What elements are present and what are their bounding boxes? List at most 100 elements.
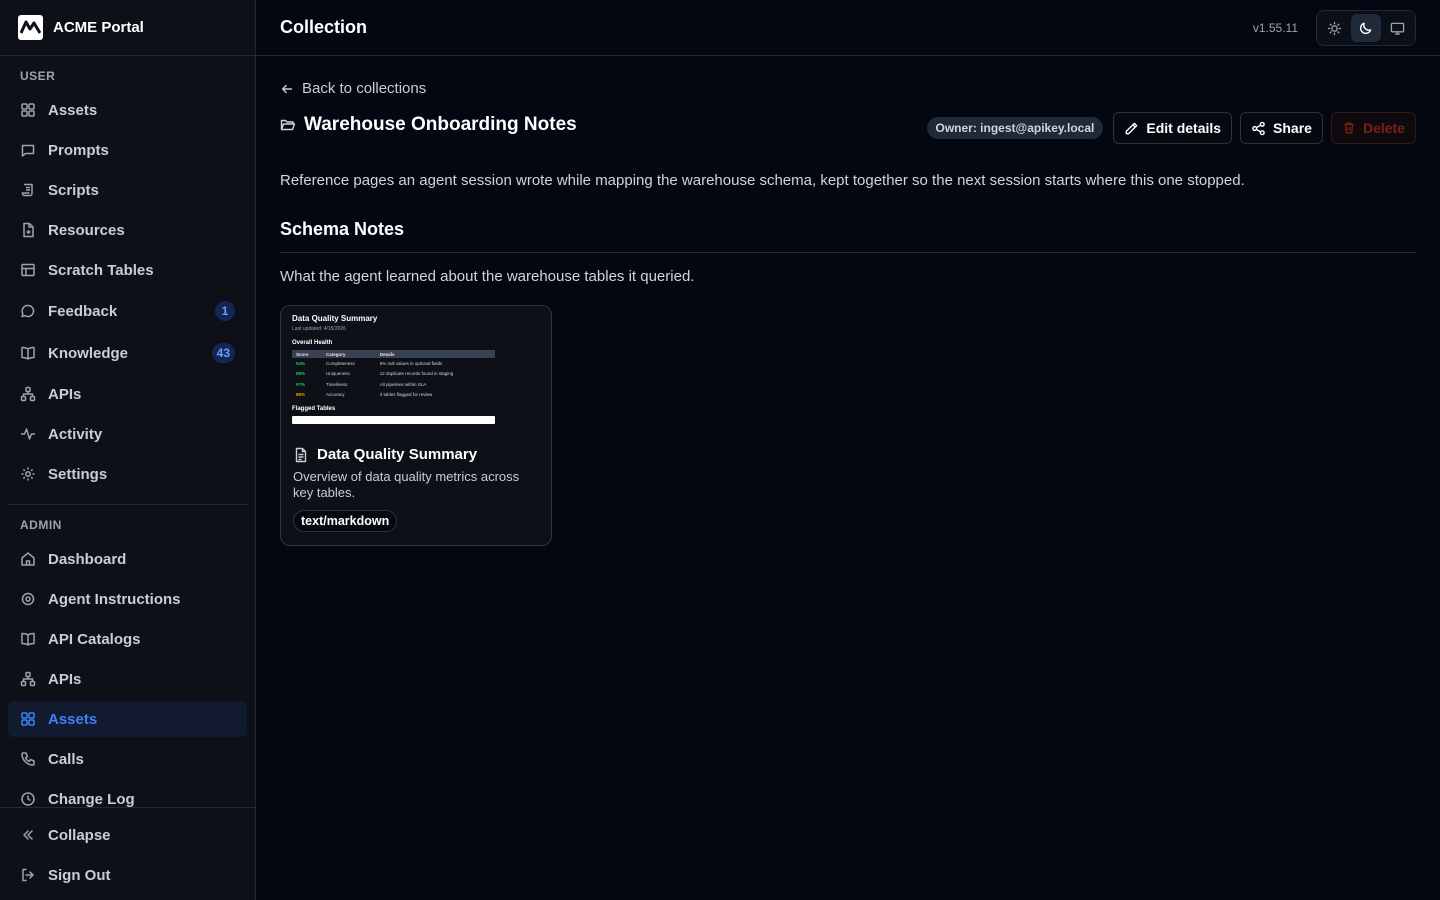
preview-row: 88% Accuracy 3 tables flagged for review <box>292 390 495 401</box>
sign-out-button[interactable]: Sign Out <box>8 857 247 893</box>
section-divider <box>280 252 1416 253</box>
brand-name: ACME Portal <box>53 19 144 36</box>
brand[interactable]: ACME Portal <box>0 0 255 56</box>
sidebar-item-label: Activity <box>48 425 103 443</box>
document-icon <box>295 447 307 462</box>
sidebar-nav[interactable]: USER Assets Prompts Scripts Resources Sc… <box>0 56 255 807</box>
dark-theme-button[interactable] <box>1351 14 1381 42</box>
back-to-collections-link[interactable]: Back to collections <box>280 80 426 97</box>
sidebar-item-dashboard[interactable]: Dashboard <box>8 541 247 577</box>
sidebar-item-scripts[interactable]: Scripts <box>8 172 247 208</box>
edit-details-button[interactable]: Edit details <box>1113 112 1233 144</box>
sidebar-item-change-log[interactable]: Change Log <box>8 781 247 807</box>
wand-icon <box>21 592 35 606</box>
collection-header: Warehouse Onboarding Notes <box>280 114 577 136</box>
preview-heading-2: Flagged Tables <box>292 406 336 412</box>
asset-card-title: Data Quality Summary <box>317 446 478 463</box>
system-theme-button[interactable] <box>1383 14 1412 42</box>
sidebar-item-activity[interactable]: Activity <box>8 416 247 452</box>
preview-flagged-table-bar <box>292 416 495 424</box>
preview-row: 97% Timeliness All pipelines within SLA <box>292 379 495 390</box>
theme-switcher <box>1316 10 1416 46</box>
sidebar-item-prompts[interactable]: Prompts <box>8 132 247 168</box>
preview-details: All pipelines within SLA <box>379 381 427 387</box>
monitor-icon <box>1390 22 1405 35</box>
sidebar-item-label: Resources <box>48 221 125 239</box>
owner-badge: Owner: ingest@apikey.local <box>926 117 1104 139</box>
collapse-button[interactable]: Collapse <box>8 817 247 853</box>
sidebar-item-label: Prompts <box>48 141 109 159</box>
grid-icon <box>21 712 35 726</box>
share-button[interactable]: Share <box>1240 112 1323 144</box>
gear-icon <box>21 467 35 481</box>
asset-card[interactable]: Data Quality Summary Last updated: 4/15/… <box>280 305 552 546</box>
sidebar-item-label: Agent Instructions <box>48 590 181 608</box>
sidebar-item-knowledge[interactable]: Knowledge 43 <box>8 335 247 371</box>
sidebar-item-label: Scratch Tables <box>48 261 154 279</box>
message-icon <box>21 304 35 318</box>
clock-icon <box>21 792 35 806</box>
sidebar-item-label: Change Log <box>48 790 135 808</box>
sidebar-item-calls[interactable]: Calls <box>8 741 247 777</box>
asset-card-description: Overview of data quality metrics across … <box>293 469 520 500</box>
preview-details: 12 duplicate records found in staging <box>379 371 454 377</box>
sidebar-item-label: APIs <box>48 670 82 688</box>
sidebar-item-label: Assets <box>48 101 98 119</box>
grid-icon <box>21 103 35 117</box>
preview-row: 94% Completeness 6% null values in optio… <box>292 358 495 369</box>
sidebar-item-assets[interactable]: Assets <box>8 92 247 128</box>
sidebar-item-label: Feedback <box>48 302 118 320</box>
sidebar-item-apis[interactable]: APIs <box>8 376 247 412</box>
asset-preview-thumbnail: Data Quality Summary Last updated: 4/15/… <box>281 306 551 434</box>
collection-description: Reference pages an agent session wrote w… <box>280 172 1245 189</box>
network-icon <box>20 671 36 687</box>
arrow-left-icon <box>281 84 293 93</box>
sidebar-item-admin-apis[interactable]: APIs <box>8 661 247 697</box>
delete-button[interactable]: Delete <box>1330 112 1416 144</box>
book-icon <box>21 632 35 646</box>
preview-details: 3 tables flagged for review <box>379 392 433 398</box>
section-description: What the agent learned about the warehou… <box>280 268 695 285</box>
light-theme-button[interactable] <box>1320 14 1349 42</box>
table-icon <box>21 263 35 277</box>
sidebar-item-agent-instructions[interactable]: Agent Instructions <box>8 581 247 617</box>
asset-card-header: Data Quality Summary <box>293 446 541 463</box>
sidebar-item-label: APIs <box>48 385 82 403</box>
book-icon <box>21 346 35 360</box>
knowledge-count-badge: 43 <box>211 343 235 363</box>
preview-score: 88% <box>296 392 306 398</box>
network-icon <box>20 386 36 402</box>
delete-label: Delete <box>1362 120 1405 136</box>
sidebar-item-label: Settings <box>48 465 108 483</box>
sidebar-item-api-catalogs[interactable]: API Catalogs <box>8 621 247 657</box>
feedback-count-badge: 1 <box>215 301 235 321</box>
sidebar-item-label: Scripts <box>48 181 99 199</box>
share-label: Share <box>1273 120 1312 136</box>
user-section-label: USER <box>20 69 56 83</box>
share-icon <box>1252 121 1265 135</box>
back-link-label: Back to collections <box>302 80 427 97</box>
collapse-label: Collapse <box>48 826 111 844</box>
sidebar-item-feedback[interactable]: Feedback 1 <box>8 293 247 329</box>
page-title: Collection <box>280 17 368 37</box>
preview-category: Timeliness <box>325 381 348 387</box>
sidebar-item-label: Dashboard <box>48 550 127 568</box>
collection-title: Warehouse Onboarding Notes <box>304 114 577 135</box>
script-icon <box>21 183 33 197</box>
top-bar: Collection v1.55.11 <box>256 0 1440 56</box>
section-title: Schema Notes <box>280 219 405 239</box>
admin-section-label: ADMIN <box>20 518 62 532</box>
pencil-icon <box>1126 122 1138 134</box>
logout-icon <box>22 868 34 882</box>
preview-category: Completeness <box>325 360 355 366</box>
version-label: v1.55.11 <box>1252 21 1298 35</box>
preview-heading: Overall Health <box>292 340 333 346</box>
sidebar-item-settings[interactable]: Settings <box>8 456 247 492</box>
preview-details: 6% null values in optional fields <box>379 360 443 366</box>
preview-score: 89% <box>296 371 306 377</box>
sidebar-item-resources[interactable]: Resources <box>8 212 247 248</box>
sidebar-item-scratch-tables[interactable]: Scratch Tables <box>8 252 247 288</box>
preview-col-header: Score <box>292 350 322 358</box>
sidebar-item-admin-assets[interactable]: Assets <box>8 701 247 737</box>
sidebar-footer: Collapse Sign Out <box>0 807 255 900</box>
